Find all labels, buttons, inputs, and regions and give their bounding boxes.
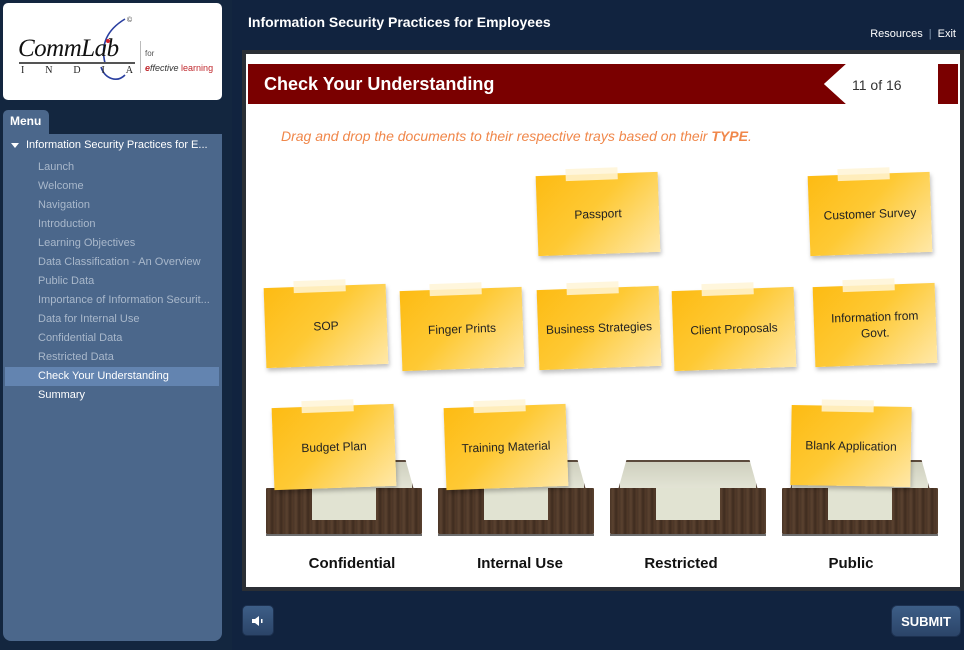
left-column: © CommLab I N D I A for effective learni… bbox=[0, 0, 232, 650]
note-label: Finger Prints bbox=[427, 320, 497, 338]
tray-inside bbox=[618, 460, 758, 490]
exit-link[interactable]: Exit bbox=[938, 28, 956, 40]
tray-base bbox=[438, 534, 594, 536]
commlab-logo: © CommLab I N D I A for effective learni… bbox=[3, 3, 222, 100]
instruction-emphasis: TYPE bbox=[711, 128, 748, 144]
tray-restricted[interactable] bbox=[610, 460, 766, 536]
note-passport[interactable]: Passport bbox=[535, 167, 661, 257]
title-bar-end-cap bbox=[938, 64, 958, 104]
slide-title: Check Your Understanding bbox=[248, 64, 823, 104]
tray-base bbox=[266, 534, 422, 536]
tray-label-confidential: Confidential bbox=[308, 555, 396, 572]
tray-slot bbox=[828, 488, 892, 520]
top-links: Resources | Exit bbox=[870, 28, 956, 40]
tape bbox=[821, 399, 874, 413]
note-label: Client Proposals bbox=[690, 320, 778, 338]
note-label: SOP bbox=[313, 318, 339, 334]
logo-letter: N bbox=[45, 65, 53, 76]
instruction-text: Drag and drop the documents to their res… bbox=[281, 128, 752, 144]
tape bbox=[473, 399, 526, 414]
logo-underline bbox=[19, 62, 135, 64]
menu-item-public-data[interactable]: Public Data bbox=[3, 272, 222, 291]
tray-label-restricted: Restricted bbox=[644, 555, 718, 572]
tape bbox=[429, 282, 482, 297]
tape bbox=[701, 282, 754, 297]
menu-list: Launch Welcome Navigation Introduction L… bbox=[3, 158, 222, 405]
note-label: Blank Application bbox=[805, 438, 897, 454]
note-finger-prints[interactable]: Finger Prints bbox=[399, 282, 525, 372]
tray-base bbox=[610, 534, 766, 536]
menu-root-label: Information Security Practices for E... bbox=[26, 139, 208, 151]
link-separator: | bbox=[928, 28, 932, 40]
logo-letter: I bbox=[101, 65, 105, 76]
tape bbox=[837, 167, 890, 182]
logo-tagline-learning: learning bbox=[181, 63, 214, 73]
logo-india-text: I N D I A bbox=[21, 65, 133, 76]
note-label: Customer Survey bbox=[823, 205, 917, 223]
menu-item-learning-objectives[interactable]: Learning Objectives bbox=[3, 234, 222, 253]
menu-item-internal-use[interactable]: Data for Internal Use bbox=[3, 310, 222, 329]
page-indicator: 11 of 16 bbox=[852, 77, 902, 93]
menu-item-importance-of-infosec[interactable]: Importance of Information Securit... bbox=[3, 291, 222, 310]
note-blank-application[interactable]: Blank Application bbox=[790, 399, 912, 488]
tray-label-internal-use: Internal Use bbox=[477, 555, 563, 572]
logo-divider bbox=[140, 41, 141, 73]
note-label: Business Strategies bbox=[545, 319, 653, 337]
content-frame: Check Your Understanding 11 of 16 Drag a… bbox=[242, 50, 964, 591]
audio-toggle-button[interactable] bbox=[242, 605, 274, 636]
menu-item-summary[interactable]: Summary bbox=[3, 386, 222, 405]
note-business-strategies[interactable]: Business Strategies bbox=[536, 281, 662, 371]
instruction-suffix: . bbox=[747, 128, 752, 144]
note-training-material[interactable]: Training Material bbox=[443, 399, 569, 491]
logo-tagline-for: for bbox=[145, 49, 155, 58]
note-customer-survey[interactable]: Customer Survey bbox=[807, 167, 933, 257]
menu-item-launch[interactable]: Launch bbox=[3, 158, 222, 177]
logo-letter: D bbox=[73, 65, 81, 76]
tray-label-public: Public bbox=[828, 555, 874, 572]
instruction-prefix: Drag and drop the documents to their res… bbox=[281, 128, 712, 144]
logo-copyright: © bbox=[127, 17, 133, 24]
tray-slot bbox=[484, 488, 548, 520]
logo-tagline: effective learning bbox=[145, 63, 213, 73]
note-sop[interactable]: SOP bbox=[263, 279, 389, 369]
menu-item-navigation[interactable]: Navigation bbox=[3, 196, 222, 215]
tape bbox=[842, 278, 895, 293]
menu-item-check-your-understanding[interactable]: Check Your Understanding bbox=[5, 367, 219, 386]
slide-content: Check Your Understanding 11 of 16 Drag a… bbox=[246, 54, 960, 587]
menu-panel: Information Security Practices for E... … bbox=[3, 134, 222, 641]
tape bbox=[293, 279, 346, 294]
menu-tab[interactable]: Menu bbox=[3, 110, 49, 134]
note-budget-plan[interactable]: Budget Plan bbox=[271, 399, 397, 491]
menu-item-introduction[interactable]: Introduction bbox=[3, 215, 222, 234]
menu-item-data-classification[interactable]: Data Classification - An Overview bbox=[3, 253, 222, 272]
expand-triangle-icon[interactable] bbox=[11, 142, 19, 148]
menu-item-restricted-data[interactable]: Restricted Data bbox=[3, 348, 222, 367]
tray-slot bbox=[312, 488, 376, 520]
logo-tagline-ffective: ffective bbox=[150, 63, 179, 73]
course-title: Information Security Practices for Emplo… bbox=[248, 14, 551, 30]
tape bbox=[566, 281, 619, 296]
logo-letter: A bbox=[125, 65, 133, 76]
note-label: Training Material bbox=[461, 438, 551, 456]
submit-button[interactable]: SUBMIT bbox=[891, 605, 961, 637]
tray-slot bbox=[656, 488, 720, 520]
note-label: Budget Plan bbox=[301, 438, 367, 456]
note-client-proposals[interactable]: Client Proposals bbox=[671, 282, 797, 372]
title-bar-arrow-notch bbox=[806, 64, 846, 104]
note-label: Information from Govt. bbox=[830, 308, 919, 341]
resources-link[interactable]: Resources bbox=[870, 28, 923, 40]
menu-item-welcome[interactable]: Welcome bbox=[3, 177, 222, 196]
tape bbox=[301, 399, 354, 414]
logo-letter: I bbox=[21, 65, 25, 76]
tape bbox=[565, 167, 618, 182]
note-information-from-govt[interactable]: Information from Govt. bbox=[812, 278, 938, 368]
tray-base bbox=[782, 534, 938, 536]
menu-root-item[interactable]: Information Security Practices for E... bbox=[11, 139, 208, 151]
logo-brand-text: CommLab bbox=[18, 35, 119, 62]
speaker-icon bbox=[252, 615, 263, 626]
menu-item-confidential-data[interactable]: Confidential Data bbox=[3, 329, 222, 348]
note-label: Passport bbox=[574, 206, 622, 222]
